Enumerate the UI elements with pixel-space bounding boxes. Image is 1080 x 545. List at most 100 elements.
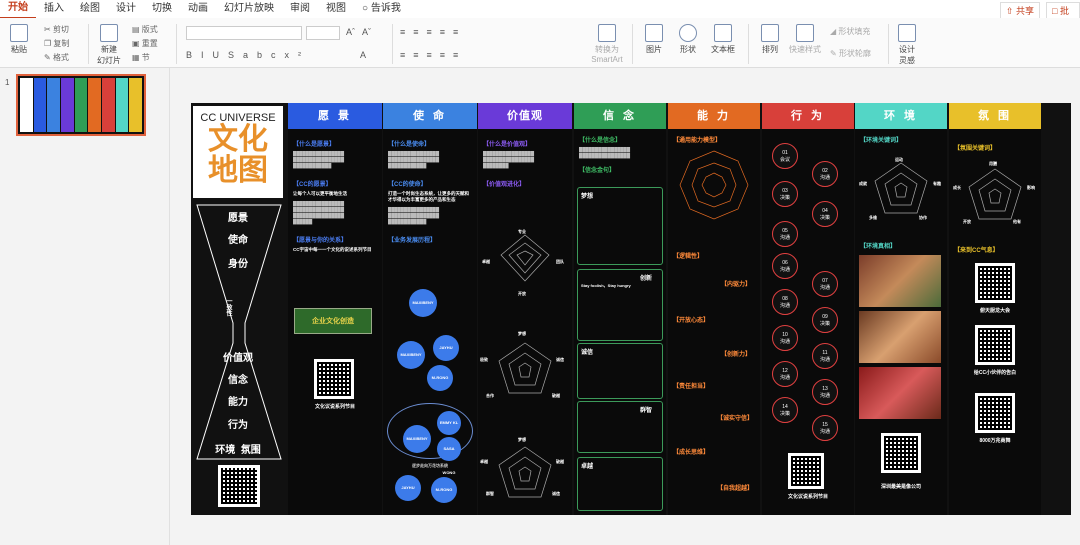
section-heading: 【CC的使命】: [388, 182, 427, 188]
shape-outline-button[interactable]: ✎ 形状轮廓: [830, 48, 871, 59]
tab-transitions[interactable]: 切换: [144, 0, 180, 18]
shape-button[interactable]: 形状: [674, 24, 702, 55]
text-format-buttons[interactable]: BIUSabcx²: [186, 50, 336, 60]
section-button[interactable]: ▦ 节: [132, 52, 150, 63]
nav-behavior[interactable]: 行为: [191, 416, 285, 431]
radar-label: 极致: [480, 357, 488, 362]
column-header: 行 为: [762, 103, 854, 129]
quick-styles-icon: [796, 24, 814, 42]
paste-button[interactable]: 粘贴: [6, 24, 32, 55]
nav-belief[interactable]: 信念: [191, 371, 285, 386]
tab-insert[interactable]: 插入: [36, 0, 72, 18]
picture-icon: [645, 24, 663, 42]
radar-label: 他有: [1013, 219, 1021, 224]
section-heading: 【什么是价值观】: [483, 142, 532, 148]
bullet-list-buttons[interactable]: ≡≡≡≡≡: [400, 27, 466, 37]
nav-environment-atmosphere[interactable]: 环境 氛围: [191, 441, 285, 456]
business-circle: MAXIBENY: [403, 425, 431, 453]
slide-canvas[interactable]: CC UNIVERSE 文化 地图 愿景 使命 身份 一致性 价值观 信念 能力…: [191, 103, 1071, 515]
tell-me-search[interactable]: ○ 告诉我: [354, 0, 409, 18]
slide-thumbnail[interactable]: [16, 74, 146, 136]
behavior-step: 05 沟通: [772, 221, 798, 247]
tab-review[interactable]: 审阅: [282, 0, 318, 18]
nav-values[interactable]: 价值观: [191, 349, 285, 364]
shape-fill-button[interactable]: ◢ 形状填充: [830, 26, 870, 37]
values-radar-1: [500, 234, 550, 282]
business-circle: EMMY KL: [437, 411, 461, 435]
new-slide-button[interactable]: 新建 幻灯片: [94, 24, 124, 66]
behavior-step: 14 决策: [772, 397, 798, 423]
cut-button[interactable]: ✂ 剪切: [44, 24, 69, 35]
column-values: 价值观 【什么是价值观】 ████████████████ ███████████…: [478, 103, 572, 515]
nav-ability[interactable]: 能力: [191, 393, 285, 408]
belief-heading: 诚信: [581, 350, 594, 356]
share-button[interactable]: ⇧ 共享: [1000, 2, 1041, 19]
copy-icon: ❐: [44, 39, 54, 48]
thumb-strip: [115, 78, 129, 132]
body-text: ████████████████ ████████████████ ████████…: [388, 207, 440, 224]
tab-slideshow[interactable]: 幻灯片放映: [216, 0, 282, 18]
body-text: ████████████████ ████████████████ ████████: [483, 151, 535, 168]
behavior-step: 02 沟通: [812, 161, 838, 187]
section-heading: 【来到CC气息】: [954, 248, 999, 254]
arrange-button[interactable]: 排列: [756, 24, 784, 55]
qr-code: [314, 359, 354, 399]
section-heading: 【什么是愿景】: [293, 142, 336, 148]
tab-animations[interactable]: 动画: [180, 0, 216, 18]
column-header: 使 命: [383, 103, 477, 129]
designer-button[interactable]: 设计 灵感: [894, 24, 920, 66]
textbox-button[interactable]: 文本框: [708, 24, 738, 55]
radar-label: 梦想: [518, 437, 526, 442]
textbox-icon: [714, 24, 732, 42]
business-circle: SASA WONG: [437, 437, 461, 475]
tab-view[interactable]: 视图: [318, 0, 354, 18]
divider: [748, 24, 749, 64]
reset-button[interactable]: ▣ 重置: [132, 38, 158, 49]
business-circle: JAYHU: [395, 475, 421, 501]
values-radar-2: [498, 342, 552, 394]
grow-font-icon[interactable]: Aˆ: [346, 27, 355, 37]
layout-button[interactable]: ▤ 版式: [132, 24, 158, 35]
tab-draw[interactable]: 绘图: [72, 0, 108, 18]
thumb-strip: [88, 78, 102, 132]
section-heading: 【环境关键词】: [860, 138, 903, 144]
tab-home[interactable]: 开始: [0, 0, 36, 19]
behavior-step: 11 沟通: [812, 343, 838, 369]
business-circle: JAYHU: [433, 335, 459, 361]
qr-code: [881, 433, 921, 473]
font-name-select[interactable]: [186, 26, 302, 40]
thumb-strip: [74, 78, 88, 132]
behavior-step: 12 沟通: [772, 361, 798, 387]
radar-label: 诚信: [552, 491, 560, 496]
qr-caption: 给CC小伙伴的告白: [973, 370, 1017, 376]
font-color-icon[interactable]: A: [360, 50, 366, 60]
qr-code: [788, 453, 824, 489]
radar-label: 开放: [963, 219, 971, 224]
shrink-font-icon[interactable]: Aˇ: [362, 27, 371, 37]
format-painter-button[interactable]: ✎ 格式: [44, 52, 69, 63]
body-text: ████████████████ ████████████████: [579, 147, 631, 158]
culture-banner: 企业文化创造: [294, 308, 372, 334]
convert-smartart-button[interactable]: 转换为 SmartArt: [590, 24, 624, 64]
behavior-step: 07 沟通: [812, 271, 838, 297]
qr-caption: 8000万兆商舞: [979, 438, 1011, 444]
tab-design[interactable]: 设计: [108, 0, 144, 18]
nav-mission[interactable]: 使命: [191, 231, 285, 246]
qr-code: [975, 263, 1015, 303]
nav-vision[interactable]: 愿景: [191, 209, 285, 224]
reset-icon: ▣: [132, 39, 142, 48]
quick-styles-button[interactable]: 快速样式: [788, 24, 822, 55]
column-belief: 信 念 【什么是信念】 ████████████████ ████████████…: [574, 103, 666, 515]
font-size-select[interactable]: [306, 26, 340, 40]
picture-button[interactable]: 图片: [640, 24, 668, 55]
align-buttons[interactable]: ≡≡≡≡≡: [400, 50, 466, 60]
qr-caption: 文化议说系列节目: [314, 404, 355, 410]
section-heading: 【通用能力模型】: [673, 138, 722, 144]
column-vision: 愿 景 【什么是愿景】 ████████████████ ████████████…: [288, 103, 382, 515]
section-heading: 【逻辑性】: [673, 254, 704, 260]
atmosphere-radar: [968, 168, 1022, 220]
copy-button[interactable]: ❐ 复制: [44, 38, 69, 49]
nav-identity[interactable]: 身份: [191, 255, 285, 270]
arrange-icon: [761, 24, 779, 42]
thumb-strip: [102, 78, 115, 132]
